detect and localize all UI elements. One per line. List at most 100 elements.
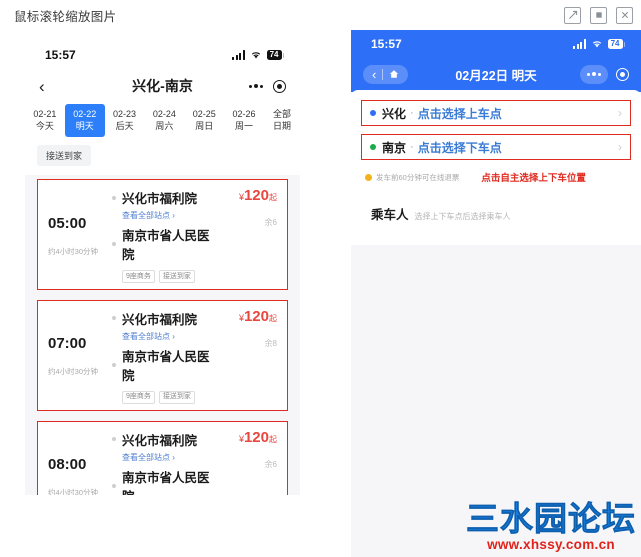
window-controls (564, 6, 633, 24)
dropoff-hint: 点击选择下车点 (417, 140, 502, 155)
trip-tags: 9座商务 接送到家 (122, 390, 219, 404)
pickup-point-row[interactable]: 兴化 · 点击选择上车点 › (361, 100, 631, 126)
status-time: 15:57 (371, 37, 402, 51)
refund-note: 发车前60分钟可在线退票 (376, 172, 460, 182)
right-status-bar: 15:57 74 (351, 30, 641, 58)
battery-level: 74 (607, 39, 623, 49)
origin-dot-icon (112, 316, 116, 321)
dropoff-dot-icon (370, 144, 376, 150)
date-tab-all[interactable]: 全部 日期 (264, 104, 300, 137)
trip-price-block: ¥120起 余6 (219, 188, 277, 283)
trip-card[interactable]: 08:00 约4小时30分钟 兴化市福利院 查看全部站点 › 南京市省人民医院 … (37, 420, 288, 495)
trip-time-block: 05:00 约4小时30分钟 (48, 188, 106, 283)
date-tab-date: 02-23 (113, 109, 137, 119)
trip-duration: 约4小时30分钟 (48, 246, 99, 256)
date-tab-date: 02-22 (73, 109, 97, 119)
price-amount: 120 (243, 428, 269, 446)
right-body: 兴化 · 点击选择上车点 › 南京 · 点击选择下车点 › 发车前60分钟可在线… (351, 90, 641, 245)
trip-destination: 南京市省人民医院 (122, 229, 210, 263)
date-tab-date: 02-24 (152, 109, 176, 119)
price-suffix: 起 (269, 313, 277, 323)
trip-departure-time: 08:00 (48, 456, 87, 473)
target-icon[interactable] (273, 79, 286, 93)
more-options-icon[interactable] (249, 84, 263, 88)
right-nav-actions (580, 64, 629, 84)
price-amount: 120 (243, 187, 269, 205)
window-title: 鼠标滚轮缩放图片 (14, 9, 117, 24)
more-options-icon[interactable] (580, 64, 608, 84)
screenshot-stage: 15:57 74 ‹ 兴化-南京 02-21 今天 02-22 明天 02-23… (0, 30, 641, 557)
left-top-section: 15:57 74 ‹ 兴化-南京 02-21 今天 02-22 明天 02-23… (25, 40, 300, 176)
view-all-stops-link[interactable]: 查看全部站点 › (122, 331, 219, 342)
date-tab-5[interactable]: 02-26 周一 (224, 104, 264, 137)
trip-card[interactable]: 05:00 约4小时30分钟 兴化市福利院 查看全部站点 › 南京市省人民医院 … (37, 179, 288, 290)
back-button[interactable]: ‹ (39, 78, 45, 95)
date-tab-0[interactable]: 02-21 今天 (25, 104, 65, 137)
watermark-url: www.xhssy.com.cn (487, 536, 615, 552)
trip-origin: 兴化市福利院 (122, 312, 198, 327)
trip-destination-row: 南京市省人民医院 (112, 346, 219, 384)
trip-destination: 南京市省人民医院 (122, 470, 210, 495)
date-tab-day: 日期 (272, 121, 291, 132)
right-nav-bar: ‹ 02月22日 明天 (351, 58, 641, 90)
close-icon[interactable] (616, 6, 633, 24)
status-time: 15:57 (45, 48, 76, 62)
left-status-bar: 15:57 74 (25, 40, 300, 70)
trip-tags: 9座商务 接送到家 (122, 270, 219, 283)
left-nav-bar: ‹ 兴化-南京 (25, 70, 300, 102)
dropoff-point-row[interactable]: 南京 · 点击选择下车点 › (361, 134, 631, 160)
date-tab-1[interactable]: 02-22 明天 (64, 104, 105, 138)
maximize-icon[interactable] (590, 6, 607, 24)
trip-duration: 约4小时30分钟 (48, 488, 99, 495)
date-tab-day: 周一 (235, 121, 254, 132)
left-nav-actions (249, 79, 286, 93)
watermark-site-name: 三水园论坛 (466, 499, 636, 537)
cellular-signal-icon (232, 50, 245, 60)
home-icon[interactable] (383, 69, 405, 79)
target-icon[interactable] (616, 67, 629, 81)
left-phone-panel: 15:57 74 ‹ 兴化-南京 02-21 今天 02-22 明天 02-23… (25, 40, 300, 495)
date-tab-day: 今天 (35, 121, 54, 132)
back-button[interactable]: ‹ (366, 68, 382, 81)
trip-departure-time: 07:00 (48, 335, 87, 353)
pickup-city: 兴化 (382, 106, 407, 121)
trip-tag: 9座商务 (122, 390, 155, 404)
dropoff-city: 南京 (382, 140, 407, 155)
view-all-stops-link[interactable]: 查看全部站点 › (122, 452, 219, 463)
battery-icon: 74 (266, 50, 284, 60)
date-tab-day: 周日 (195, 121, 214, 132)
popout-icon[interactable] (564, 6, 581, 24)
trip-tag: 9座商务 (122, 270, 155, 283)
trip-time-block: 08:00 约4小时30分钟 (48, 430, 106, 495)
destination-dot-icon (112, 362, 116, 367)
window-titlebar: 鼠标滚轮缩放图片 (0, 0, 641, 30)
wifi-icon (592, 41, 601, 48)
trip-price-block: ¥120起 余8 (219, 309, 277, 404)
date-tab-date: 02-26 (232, 109, 256, 119)
passenger-title: 乘车人 (371, 208, 409, 222)
trip-tag: 接送到家 (158, 390, 195, 404)
view-all-stops-link[interactable]: 查看全部站点 › (122, 210, 219, 221)
filter-chip-door-to-door[interactable]: 接送到家 (37, 145, 92, 167)
date-tab-2[interactable]: 02-23 后天 (105, 104, 145, 137)
origin-dot-icon (112, 437, 116, 442)
trip-price: ¥120起 (219, 309, 277, 324)
chevron-right-icon: › (618, 106, 622, 120)
date-tabs: 02-21 今天 02-22 明天 02-23 后天 02-24 周六 02-2… (25, 102, 300, 142)
date-tab-3[interactable]: 02-24 周六 (144, 104, 184, 137)
trip-price: ¥120起 (219, 188, 277, 203)
wifi-icon (251, 52, 260, 59)
destination-dot-icon (112, 242, 116, 247)
trip-card[interactable]: 07:00 约4小时30分钟 兴化市福利院 查看全部站点 › 南京市省人民医院 … (37, 299, 288, 411)
battery-level: 74 (266, 50, 282, 60)
trip-origin: 兴化市福利院 (122, 192, 198, 207)
date-tab-date: 02-25 (192, 109, 216, 119)
trip-destination-row: 南京市省人民医院 (112, 467, 219, 495)
status-indicators: 74 (232, 50, 284, 60)
trip-destination: 南京市省人民医院 (122, 349, 210, 383)
date-tab-date: 02-21 (33, 109, 57, 119)
trip-destination-row: 南京市省人民医院 (112, 225, 219, 263)
pickup-separator: · (410, 107, 414, 119)
date-tab-4[interactable]: 02-25 周日 (184, 104, 224, 137)
passenger-section[interactable]: 乘车人 选择上下车点后选择乘车人 (361, 194, 631, 245)
